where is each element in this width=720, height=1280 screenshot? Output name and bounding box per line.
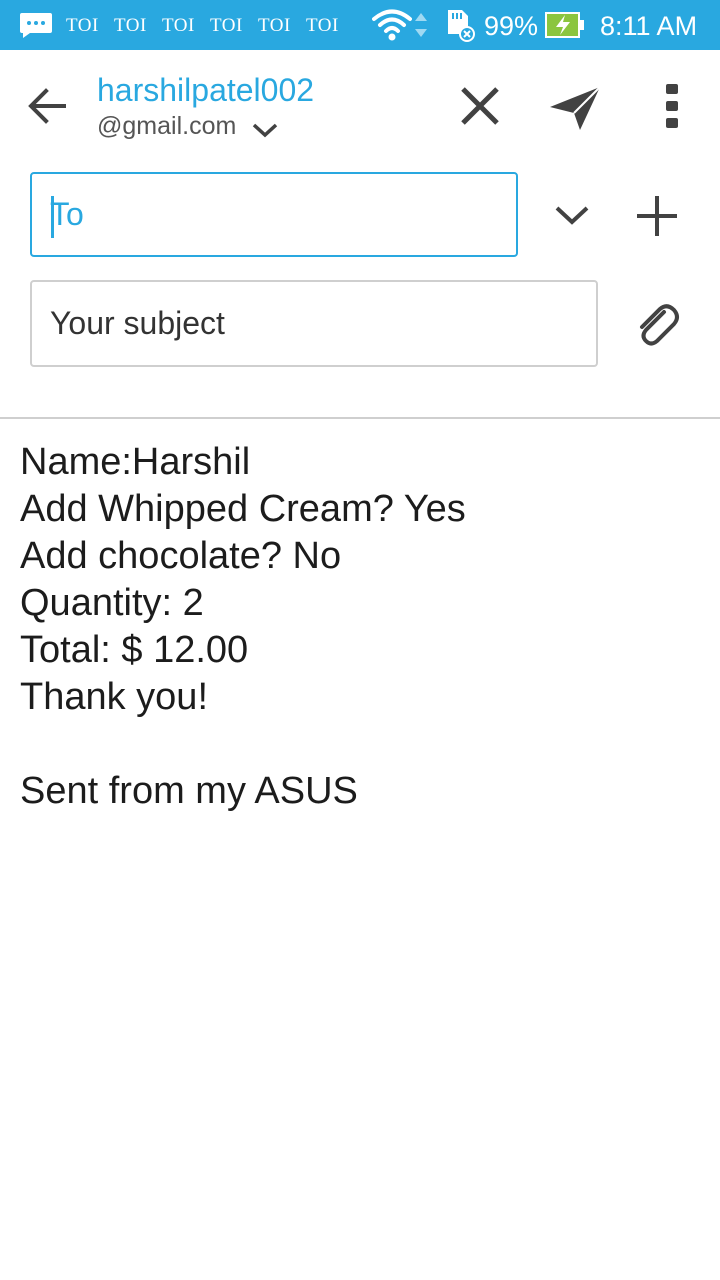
more-vert-icon[interactable] xyxy=(660,80,684,132)
body-line: Thank you! xyxy=(20,676,208,718)
back-arrow-icon[interactable] xyxy=(26,86,68,126)
send-icon[interactable] xyxy=(548,84,602,132)
email-body[interactable]: Name:Harshil Add Whipped Cream? Yes Add … xyxy=(20,439,700,815)
status-bar: TOI TOI TOI TOI TOI TOI 99% 8:11 AM xyxy=(0,0,720,50)
toi-notification-icon: TOI xyxy=(210,15,243,36)
wifi-icon xyxy=(372,9,412,41)
attach-icon[interactable] xyxy=(634,300,680,348)
compose-header: harshilpatel002 @gmail.com xyxy=(0,50,720,160)
notification-icons: TOI TOI TOI TOI TOI TOI xyxy=(66,14,354,38)
to-input[interactable] xyxy=(32,174,516,255)
signature: Sent from my ASUS xyxy=(20,770,358,812)
battery-percentage: 99% xyxy=(484,11,539,41)
toi-notification-icon: TOI xyxy=(258,15,291,36)
body-line xyxy=(20,721,700,768)
text-cursor xyxy=(51,196,54,238)
to-field[interactable] xyxy=(30,172,518,257)
chevron-down-icon xyxy=(253,123,278,138)
clock: 8:11 AM xyxy=(600,11,698,41)
data-arrows-icon xyxy=(415,13,427,37)
toi-notification-icon: TOI xyxy=(66,15,99,36)
body-line: Add Whipped Cream? Yes xyxy=(20,488,466,530)
toi-notification-icon: TOI xyxy=(114,15,147,36)
toi-notification-icon: TOI xyxy=(162,15,195,36)
chat-bubble-icon xyxy=(20,13,52,38)
sd-card-icon xyxy=(448,10,475,42)
body-line: Quantity: 2 xyxy=(20,582,204,624)
account-domain: @gmail.com xyxy=(97,112,237,140)
body-line: Name:Harshil xyxy=(20,441,251,483)
subject-input[interactable] xyxy=(32,282,596,365)
body-line: Add chocolate? No xyxy=(20,535,342,577)
expand-recipients-icon[interactable] xyxy=(552,200,592,230)
account-selector[interactable]: harshilpatel002 @gmail.com xyxy=(97,71,314,143)
account-name: harshilpatel002 xyxy=(97,72,315,108)
add-recipient-icon[interactable] xyxy=(634,193,680,239)
battery-charging-icon xyxy=(545,12,584,38)
body-line: Total: $ 12.00 xyxy=(20,629,249,671)
divider xyxy=(0,417,720,419)
close-icon[interactable] xyxy=(458,84,502,128)
toi-notification-icon: TOI xyxy=(306,15,339,36)
subject-field[interactable] xyxy=(30,280,598,367)
